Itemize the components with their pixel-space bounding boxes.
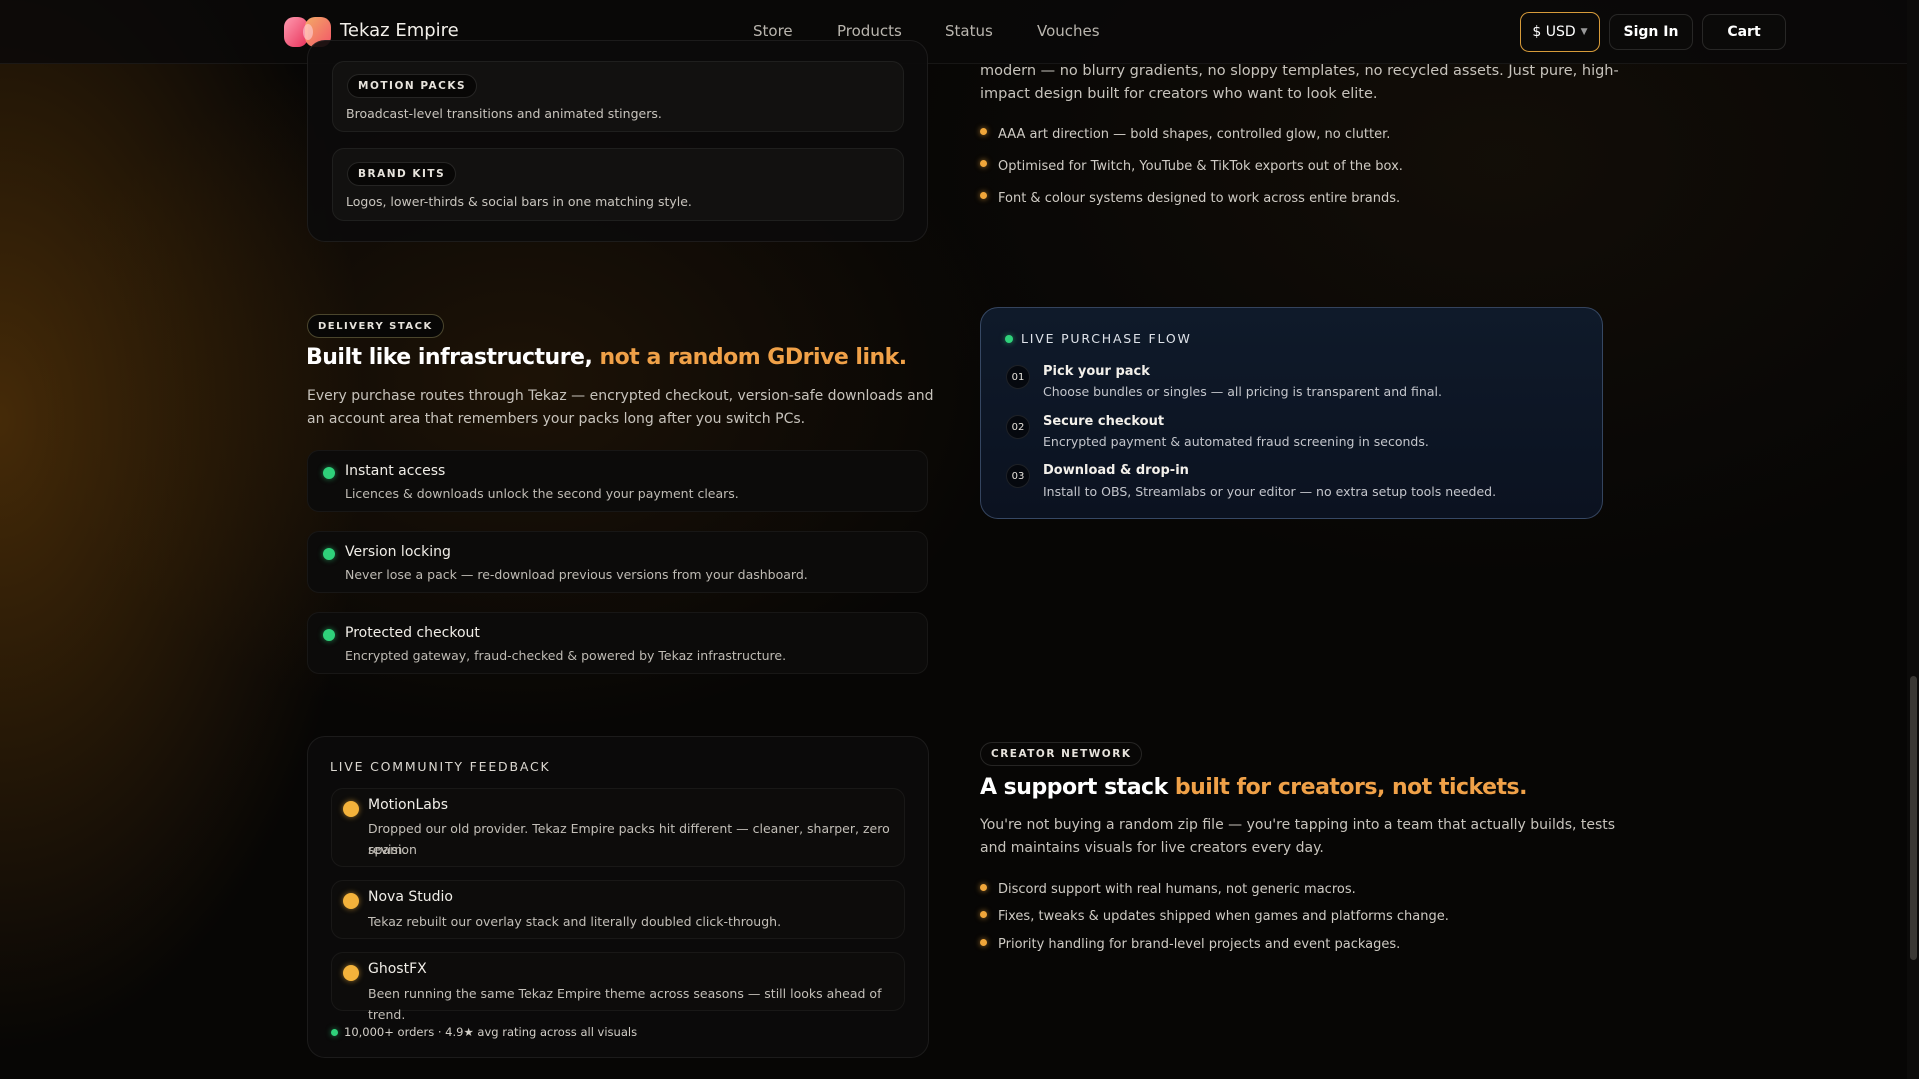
nav-link-status[interactable]: Status <box>945 22 993 40</box>
review-item: MotionLabs Dropped our old provider. Tek… <box>331 788 905 867</box>
feature-desc: Never lose a pack — re-download previous… <box>345 567 808 582</box>
status-dot <box>323 467 335 479</box>
page-scrollbar[interactable] <box>1907 0 1919 1079</box>
reviewer-name: Nova Studio <box>368 889 453 905</box>
category-badge: BRAND KITS <box>347 162 457 186</box>
step-title: Secure checkout <box>1043 414 1165 429</box>
creator-paragraph-line2: and maintains visuals for live creators … <box>980 840 1324 856</box>
delivery-heading: Built like infrastructure, not a random … <box>306 345 907 370</box>
category-badge: MOTION PACKS <box>347 74 478 98</box>
status-dot <box>323 548 335 560</box>
reviewer-avatar <box>343 801 359 817</box>
reviewer-name: MotionLabs <box>368 797 449 813</box>
review-item: Nova Studio Tekaz rebuilt our overlay st… <box>331 880 905 939</box>
bullet-dot <box>980 160 987 167</box>
feature-title: Protected checkout <box>345 625 480 641</box>
creator-paragraph-line1: You're not buying a random zip file — yo… <box>980 817 1616 833</box>
creator-heading: A support stack built for creators, not … <box>980 775 1527 800</box>
step-title: Download & drop-in <box>1043 463 1189 478</box>
currency-selector[interactable]: $ USD ▼ <box>1520 12 1600 52</box>
delivery-paragraph-line1: Every purchase routes through Tekaz — en… <box>307 388 934 404</box>
stats-dot <box>331 1029 338 1036</box>
cart-button[interactable]: Cart <box>1702 14 1786 50</box>
feature-desc: Encrypted gateway, fraud-checked & power… <box>345 648 787 663</box>
step-desc: Install to OBS, Streamlabs or your edito… <box>1043 484 1497 499</box>
feature-instant-access: Instant access Licences & downloads unlo… <box>307 450 928 512</box>
currency-label: $ USD <box>1532 24 1576 40</box>
category-desc: Broadcast-level transitions and animated… <box>346 106 662 121</box>
step-number: 02 <box>1006 415 1030 439</box>
live-indicator-dot <box>1005 335 1013 343</box>
scrollbar-thumb[interactable] <box>1910 676 1917 960</box>
status-dot <box>323 629 335 641</box>
bullet-dot <box>980 128 987 135</box>
creator-network-badge: CREATOR NETWORK <box>980 742 1143 766</box>
heading-main: Built like infrastructure, <box>306 345 593 370</box>
top-navbar: Tekaz Empire Store Products Status Vouch… <box>0 0 1919 64</box>
chevron-down-icon: ▼ <box>1580 27 1588 37</box>
intro-bullet: Optimised for Twitch, YouTube & TikTok e… <box>998 159 1403 174</box>
nav-link-products[interactable]: Products <box>837 22 902 40</box>
step-title: Pick your pack <box>1043 364 1150 379</box>
heading-main: A support stack <box>980 775 1168 800</box>
intro-paragraph-line2: impact design built for creators who wan… <box>980 86 1378 102</box>
creator-bullet: Priority handling for brand-level projec… <box>998 937 1401 952</box>
brand-name[interactable]: Tekaz Empire <box>340 20 459 41</box>
nav-link-vouches[interactable]: Vouches <box>1037 22 1100 40</box>
review-text-line2: spam. <box>368 842 407 857</box>
review-text-line1: Been running the same Tekaz Empire theme… <box>368 986 882 1022</box>
bullet-dot <box>980 192 987 199</box>
step-desc: Choose bundles or singles — all pricing … <box>1043 384 1442 399</box>
bullet-dot <box>980 939 987 946</box>
creator-bullet: Discord support with real humans, not ge… <box>998 882 1356 897</box>
creator-bullet: Fixes, tweaks & updates shipped when gam… <box>998 909 1449 924</box>
step-number: 01 <box>1006 365 1030 389</box>
nav-link-store[interactable]: Store <box>753 22 793 40</box>
heading-accent: built for creators, not tickets. <box>1174 775 1528 800</box>
bullet-dot <box>980 911 987 918</box>
step-desc: Encrypted payment & automated fraud scre… <box>1043 434 1429 449</box>
product-categories-card: MOTION PACKS Broadcast-level transitions… <box>307 40 928 242</box>
review-text-line1: Tekaz rebuilt our overlay stack and lite… <box>368 914 782 929</box>
category-brand-kits[interactable]: BRAND KITS Logos, lower-thirds & social … <box>332 148 904 221</box>
review-text-line1: Dropped our old provider. Tekaz Empire p… <box>368 821 890 857</box>
review-item: GhostFX Been running the same Tekaz Empi… <box>331 952 905 1022</box>
reviewer-avatar <box>343 893 359 909</box>
step-number: 03 <box>1006 464 1030 488</box>
intro-bullet: Font & colour systems designed to work a… <box>998 191 1401 206</box>
reviewer-name: GhostFX <box>368 961 427 977</box>
delivery-stack-badge: DELIVERY STACK <box>307 314 444 338</box>
feature-title: Instant access <box>345 463 446 479</box>
feature-title: Version locking <box>345 544 451 560</box>
feature-version-locking: Version locking Never lose a pack — re-d… <box>307 531 928 593</box>
feedback-title: LIVE COMMUNITY FEEDBACK <box>330 759 551 774</box>
intro-bullet: AAA art direction — bold shapes, control… <box>998 127 1391 142</box>
live-purchase-flow-card: LIVE PURCHASE FLOW 01 Pick your pack Cho… <box>980 307 1603 519</box>
reviewer-avatar <box>343 965 359 981</box>
feedback-stats: 10,000+ orders · 4.9★ avg rating across … <box>344 1025 638 1039</box>
bullet-dot <box>980 884 987 891</box>
feature-desc: Licences & downloads unlock the second y… <box>345 486 739 501</box>
feature-protected-checkout: Protected checkout Encrypted gateway, fr… <box>307 612 928 674</box>
sign-in-button[interactable]: Sign In <box>1609 14 1693 50</box>
flow-title: LIVE PURCHASE FLOW <box>1021 331 1192 346</box>
category-motion-packs[interactable]: MOTION PACKS Broadcast-level transitions… <box>332 61 904 132</box>
intro-paragraph-line1: modern — no blurry gradients, no sloppy … <box>980 63 1619 79</box>
category-desc: Logos, lower-thirds & social bars in one… <box>346 194 692 209</box>
heading-accent: not a random GDrive link. <box>599 345 908 370</box>
delivery-paragraph-line2: an account area that remembers your pack… <box>307 411 806 427</box>
